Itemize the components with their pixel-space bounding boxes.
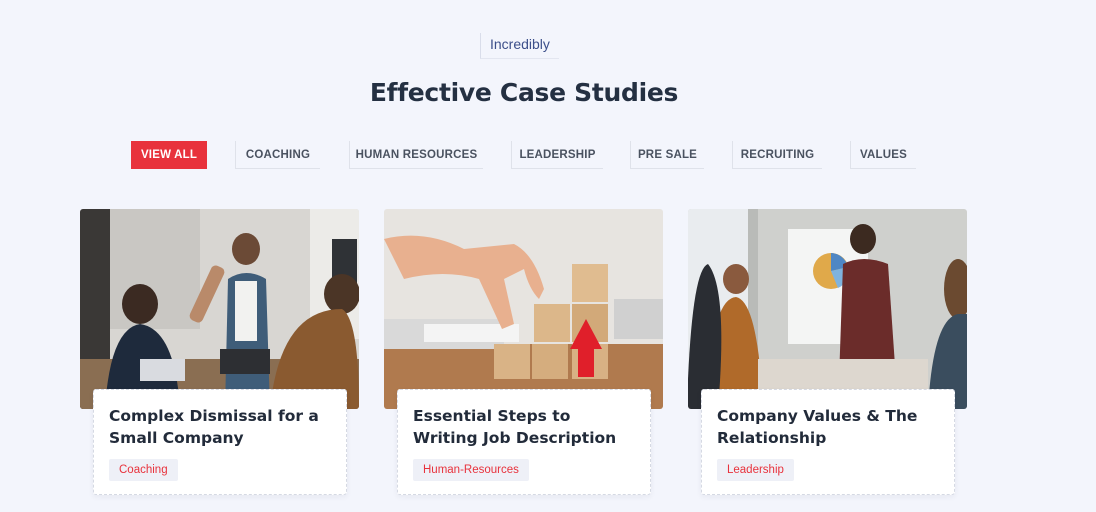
- case-study-card: Company Values & The Relationship Leader…: [688, 209, 967, 499]
- case-study-title[interactable]: Essential Steps to Writing Job Descripti…: [413, 405, 636, 449]
- filter-view-all[interactable]: VIEW ALL: [131, 141, 207, 169]
- case-study-tag[interactable]: Leadership: [717, 459, 794, 481]
- filter-coaching[interactable]: COACHING: [235, 141, 320, 169]
- case-study-image[interactable]: [688, 209, 967, 409]
- filter-values[interactable]: VALUES: [850, 141, 916, 169]
- case-study-content: Company Values & The Relationship Leader…: [701, 389, 955, 495]
- section-eyebrow: Incredibly: [480, 33, 559, 59]
- case-study-title[interactable]: Company Values & The Relationship: [717, 405, 940, 449]
- filter-human-resources[interactable]: HUMAN RESOURCES: [349, 141, 483, 169]
- filter-recruiting[interactable]: RECRUITING: [732, 141, 822, 169]
- case-study-card: Essential Steps to Writing Job Descripti…: [384, 209, 663, 499]
- case-study-content: Essential Steps to Writing Job Descripti…: [397, 389, 651, 495]
- case-study-content: Complex Dismissal for a Small Company Co…: [93, 389, 347, 495]
- case-study-image[interactable]: [384, 209, 663, 409]
- case-study-image[interactable]: [80, 209, 359, 409]
- case-study-tag[interactable]: Coaching: [109, 459, 178, 481]
- case-study-tag[interactable]: Human-Resources: [413, 459, 529, 481]
- filter-pre-sale[interactable]: PRE SALE: [630, 141, 704, 169]
- case-study-card: Complex Dismissal for a Small Company Co…: [80, 209, 359, 499]
- case-study-title[interactable]: Complex Dismissal for a Small Company: [109, 405, 332, 449]
- section-title: Effective Case Studies: [369, 78, 679, 107]
- filter-leadership[interactable]: LEADERSHIP: [511, 141, 603, 169]
